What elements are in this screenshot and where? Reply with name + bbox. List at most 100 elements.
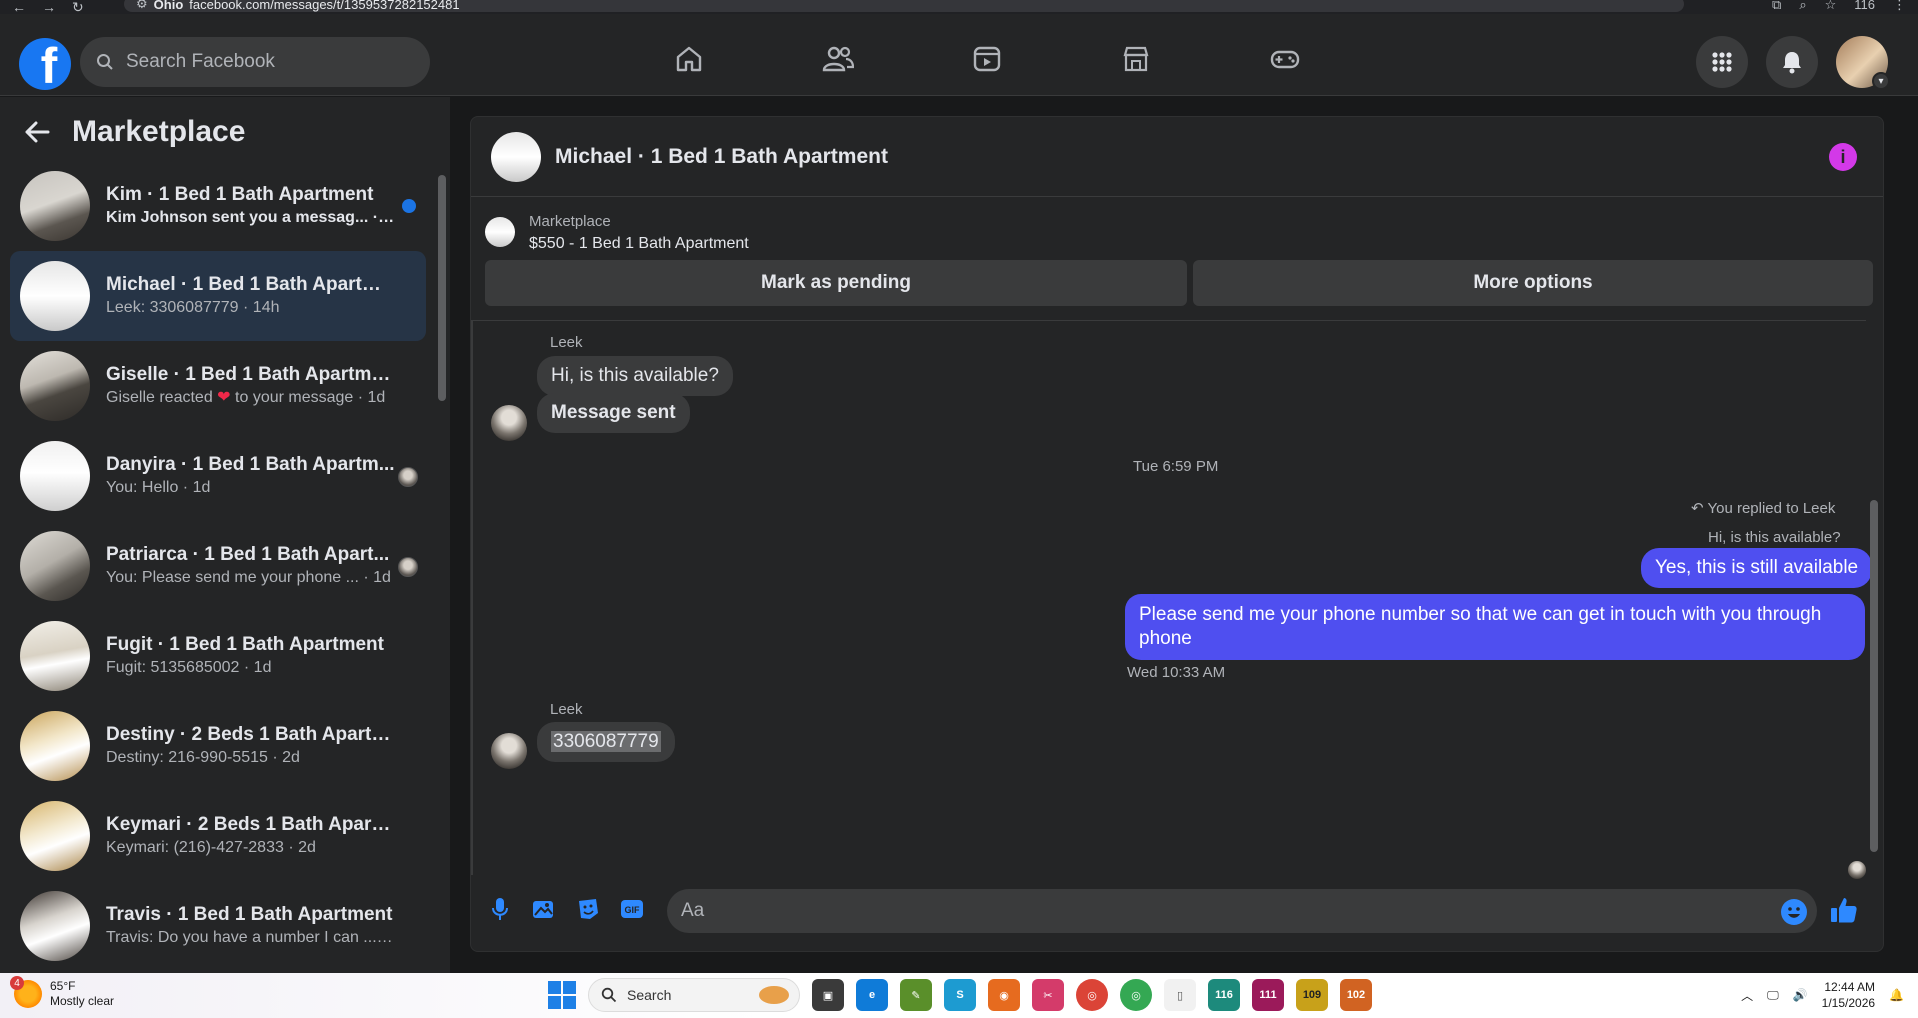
conversation-preview: Kim Johnson sent you a messag... · 7h — [106, 209, 396, 226]
nav-gaming[interactable] — [1210, 44, 1359, 74]
outgoing-message[interactable]: Please send me your phone number so that… — [1125, 594, 1865, 660]
clock[interactable]: 12:44 AM 1/15/2026 — [1822, 979, 1875, 1011]
notification-bell-icon[interactable]: 🔔 — [1889, 988, 1904, 1002]
thread-scrollbar[interactable] — [1868, 320, 1880, 875]
firefox-icon[interactable]: ◉ — [988, 979, 1020, 1011]
nav-friends[interactable] — [763, 44, 912, 74]
app-badge-icon[interactable]: 109 — [1296, 979, 1328, 1011]
conversation-item[interactable]: Patriarca · 1 Bed 1 Bath Apart... You: P… — [10, 521, 426, 611]
chrome-icon[interactable]: ◎ — [1076, 979, 1108, 1011]
incoming-message[interactable]: 3306087779 — [537, 722, 675, 762]
conversation-preview: You: Hello · 1d — [106, 479, 211, 496]
pancake-icon — [759, 986, 789, 1004]
task-view-icon[interactable]: ▣ — [812, 979, 844, 1011]
reply-note-text: You replied to Leek — [1707, 500, 1836, 517]
message-input[interactable] — [681, 900, 1761, 922]
account-avatar[interactable]: ▾ — [1836, 36, 1890, 90]
phone-number-text[interactable]: 3306087779 — [551, 731, 661, 752]
menu-button[interactable] — [1696, 36, 1748, 88]
voice-clip-button[interactable] — [487, 896, 513, 922]
chrome-profile-icon[interactable]: ◎ — [1120, 979, 1152, 1011]
notifications-button[interactable] — [1766, 36, 1818, 88]
conversation-title: Keymari · 2 Beds 1 Bath Apartment — [106, 814, 396, 835]
reload-icon[interactable]: ↻ — [72, 0, 84, 14]
conversation-text: Giselle · 1 Bed 1 Bath Apartment Giselle… — [106, 363, 396, 409]
nav-watch[interactable] — [912, 44, 1061, 74]
conversation-item-active[interactable]: Michael · 1 Bed 1 Bath Apartment Leek: 3… — [10, 251, 426, 341]
incoming-message[interactable]: Message sent — [537, 393, 690, 433]
chevron-down-icon[interactable]: ▾ — [1872, 72, 1890, 90]
sender-avatar[interactable] — [491, 405, 527, 441]
chat-avatar[interactable] — [491, 131, 541, 182]
conversation-item[interactable]: Travis · 1 Bed 1 Bath Apartment Travis: … — [10, 881, 426, 971]
edge-browser-icon[interactable]: e — [856, 979, 888, 1011]
mark-pending-button[interactable]: Mark as pending — [485, 260, 1187, 306]
conversation-item[interactable]: Danyira · 1 Bed 1 Bath Apartm... You: He… — [10, 431, 426, 521]
preview-text: to your message · 1d — [235, 389, 386, 406]
conversation-title: Patriarca · 1 Bed 1 Bath Apart... — [106, 544, 390, 565]
attach-photo-button[interactable] — [531, 896, 557, 922]
chat-title[interactable]: Michael · 1 Bed 1 Bath Apartment — [555, 145, 888, 169]
nav-home[interactable] — [614, 44, 763, 74]
zoom-icon[interactable]: ⌕ — [1799, 0, 1806, 13]
scrollbar-thumb[interactable] — [1870, 500, 1878, 852]
incoming-message[interactable]: Hi, is this available? — [537, 356, 733, 396]
forward-arrow-icon[interactable]: → — [42, 0, 56, 14]
windows-start-icon[interactable] — [548, 981, 576, 1009]
sidebar-scrollbar[interactable] — [438, 157, 446, 967]
weather-widget[interactable]: 4 65°F Mostly clear — [10, 976, 114, 1009]
taskbar-search[interactable]: Search — [588, 978, 800, 1012]
search-input[interactable] — [126, 51, 406, 73]
sender-avatar[interactable] — [491, 733, 527, 769]
listing-thumbnail — [20, 711, 90, 781]
outgoing-message[interactable]: Yes, this is still available — [1641, 548, 1873, 588]
message-timestamp: Tue 6:59 PM — [1133, 458, 1219, 475]
conversation-list: Kim · 1 Bed 1 Bath Apartment Kim Johnson… — [10, 161, 426, 971]
app-badge-icon[interactable]: 111 — [1252, 979, 1284, 1011]
network-icon[interactable]: 🖵 — [1767, 988, 1779, 1003]
more-options-button[interactable]: More options — [1193, 260, 1873, 306]
app-badge-icon[interactable]: 102 — [1340, 979, 1372, 1011]
bookmark-star-icon[interactable]: ☆ — [1825, 0, 1837, 13]
message-input-box[interactable] — [667, 889, 1817, 933]
browser-menu-icon[interactable]: ⋮ — [1893, 0, 1906, 13]
install-icon[interactable]: ⧉ — [1772, 0, 1781, 13]
listing-mini-thumbnail — [485, 217, 515, 247]
conversation-item[interactable]: Destiny · 2 Beds 1 Bath Apartment Destin… — [10, 701, 426, 791]
address-bar[interactable]: ⚙ Ohio facebook.com/messages/t/135953728… — [124, 0, 1684, 12]
volume-icon[interactable]: 🔊 — [1793, 988, 1808, 1002]
site-settings-icon[interactable]: ⚙ — [136, 0, 148, 12]
conversation-item[interactable]: Fugit · 1 Bed 1 Bath Apartment Fugit: 51… — [10, 611, 426, 701]
sticker-button[interactable] — [575, 896, 601, 922]
scrollbar-thumb[interactable] — [438, 175, 446, 401]
snipping-tool-icon[interactable]: ✂ — [1032, 979, 1064, 1011]
conversation-item[interactable]: Keymari · 2 Beds 1 Bath Apartment Keymar… — [10, 791, 426, 881]
back-arrow-icon[interactable] — [24, 120, 50, 144]
sidebar-title: Marketplace — [72, 115, 246, 148]
home-icon — [676, 46, 701, 72]
app-badge-icon[interactable]: 116 — [1208, 979, 1240, 1011]
conversation-item[interactable]: Kim · 1 Bed 1 Bath Apartment Kim Johnson… — [10, 161, 426, 251]
conversation-item[interactable]: Giselle · 1 Bed 1 Bath Apartment Giselle… — [10, 341, 426, 431]
thumbs-up-icon[interactable] — [1829, 895, 1859, 925]
info-icon[interactable]: i — [1829, 143, 1857, 171]
chevron-up-icon[interactable]: ︿ — [1741, 987, 1753, 1004]
nav-marketplace[interactable] — [1061, 44, 1210, 74]
listing-info[interactable]: Marketplace $550 - 1 Bed 1 Bath Apartmen… — [485, 211, 749, 255]
sticker-icon — [579, 899, 598, 919]
emoji-icon[interactable] — [1781, 899, 1807, 925]
facebook-logo[interactable]: f — [19, 38, 71, 90]
url-text[interactable]: facebook.com/messages/t/1359537282152481 — [189, 0, 459, 12]
back-arrow-icon[interactable]: ← — [12, 0, 26, 14]
reply-arrow-icon: ↶ — [1691, 500, 1708, 517]
conversation-text: Fugit · 1 Bed 1 Bath Apartment Fugit: 51… — [106, 633, 396, 679]
sender-name: Leek — [550, 334, 583, 351]
notepad-icon[interactable]: ✎ — [900, 979, 932, 1011]
menu-grid-icon — [1712, 52, 1732, 72]
search-bar[interactable] — [80, 37, 430, 87]
file-icon[interactable]: ▯ — [1164, 979, 1196, 1011]
listing-thumbnail — [20, 441, 90, 511]
gif-button[interactable]: GIF — [619, 896, 645, 922]
microphone-icon — [492, 898, 508, 920]
app-s-icon[interactable]: S — [944, 979, 976, 1011]
